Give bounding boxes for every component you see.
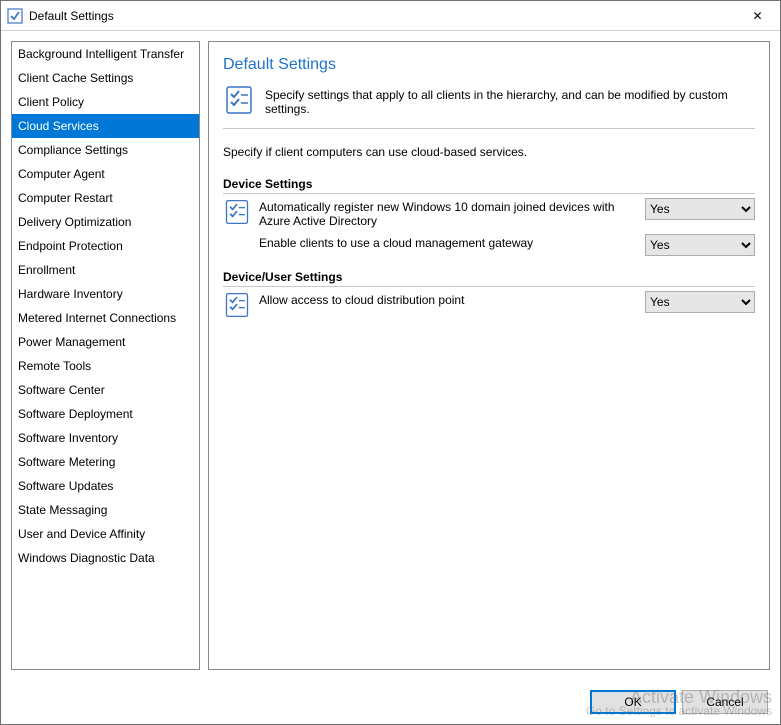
sidebar-item[interactable]: Client Policy [12, 90, 199, 114]
checklist-icon [223, 84, 255, 116]
setting-row: Automatically register new Windows 10 do… [223, 198, 755, 228]
page-subtext: Specify if client computers can use clou… [223, 145, 755, 159]
sidebar-item[interactable]: Software Inventory [12, 426, 199, 450]
sidebar-item[interactable]: Software Deployment [12, 402, 199, 426]
setting-control: YesNo [645, 234, 755, 256]
sidebar-item[interactable]: Software Updates [12, 474, 199, 498]
sidebar-item[interactable]: Windows Diagnostic Data [12, 546, 199, 570]
section-title: Device Settings [223, 177, 755, 194]
sidebar-item[interactable]: Software Metering [12, 450, 199, 474]
setting-icon-col [223, 198, 257, 226]
divider [223, 128, 755, 129]
sidebar-item[interactable]: Metered Internet Connections [12, 306, 199, 330]
window-title: Default Settings [29, 9, 735, 23]
page-description: Specify settings that apply to all clien… [265, 84, 755, 116]
sidebar-item[interactable]: Software Center [12, 378, 199, 402]
close-icon: ✕ [752, 9, 762, 23]
sidebar-item[interactable]: Client Cache Settings [12, 66, 199, 90]
setting-select[interactable]: YesNo [645, 291, 755, 313]
settings-section: Device/User Settings Allow access to clou… [223, 270, 755, 319]
sidebar-item[interactable]: Cloud Services [12, 114, 199, 138]
category-sidebar[interactable]: Background Intelligent TransferClient Ca… [11, 41, 200, 670]
titlebar: Default Settings ✕ [1, 1, 780, 31]
page-description-row: Specify settings that apply to all clien… [223, 84, 755, 116]
close-button[interactable]: ✕ [735, 1, 780, 30]
ok-button[interactable]: OK [590, 690, 676, 714]
dialog-body: Background Intelligent TransferClient Ca… [1, 31, 780, 680]
dialog-footer: OK Cancel [1, 680, 780, 724]
page-title: Default Settings [223, 56, 755, 74]
setting-select[interactable]: YesNo [645, 234, 755, 256]
settings-section: Device Settings Automatically register ne… [223, 177, 755, 256]
cancel-button[interactable]: Cancel [682, 690, 768, 714]
setting-control: YesNo [645, 198, 755, 220]
setting-control: YesNo [645, 291, 755, 313]
sidebar-item[interactable]: Power Management [12, 330, 199, 354]
setting-select[interactable]: YesNo [645, 198, 755, 220]
sidebar-item[interactable]: Enrollment [12, 258, 199, 282]
sidebar-item[interactable]: State Messaging [12, 498, 199, 522]
setting-icon-col [223, 291, 257, 319]
setting-row: Enable clients to use a cloud management… [223, 234, 755, 256]
sidebar-item[interactable]: Endpoint Protection [12, 234, 199, 258]
settings-dialog: Default Settings ✕ Background Intelligen… [0, 0, 781, 725]
sidebar-item[interactable]: Computer Restart [12, 186, 199, 210]
setting-label: Enable clients to use a cloud management… [259, 234, 643, 250]
sidebar-item[interactable]: Hardware Inventory [12, 282, 199, 306]
app-icon [7, 8, 23, 24]
setting-row: Allow access to cloud distribution point… [223, 291, 755, 319]
sidebar-item[interactable]: Compliance Settings [12, 138, 199, 162]
checklist-icon [223, 198, 251, 226]
sidebar-item[interactable]: Background Intelligent Transfer [12, 42, 199, 66]
sidebar-item[interactable]: Delivery Optimization [12, 210, 199, 234]
sidebar-item[interactable]: Computer Agent [12, 162, 199, 186]
settings-sections: Device Settings Automatically register ne… [223, 177, 755, 333]
setting-label: Automatically register new Windows 10 do… [259, 198, 643, 228]
setting-label: Allow access to cloud distribution point [259, 291, 643, 307]
main-panel: Default Settings Specify settings that a… [208, 41, 770, 670]
sidebar-item[interactable]: User and Device Affinity [12, 522, 199, 546]
checklist-icon [223, 291, 251, 319]
section-title: Device/User Settings [223, 270, 755, 287]
sidebar-item[interactable]: Remote Tools [12, 354, 199, 378]
